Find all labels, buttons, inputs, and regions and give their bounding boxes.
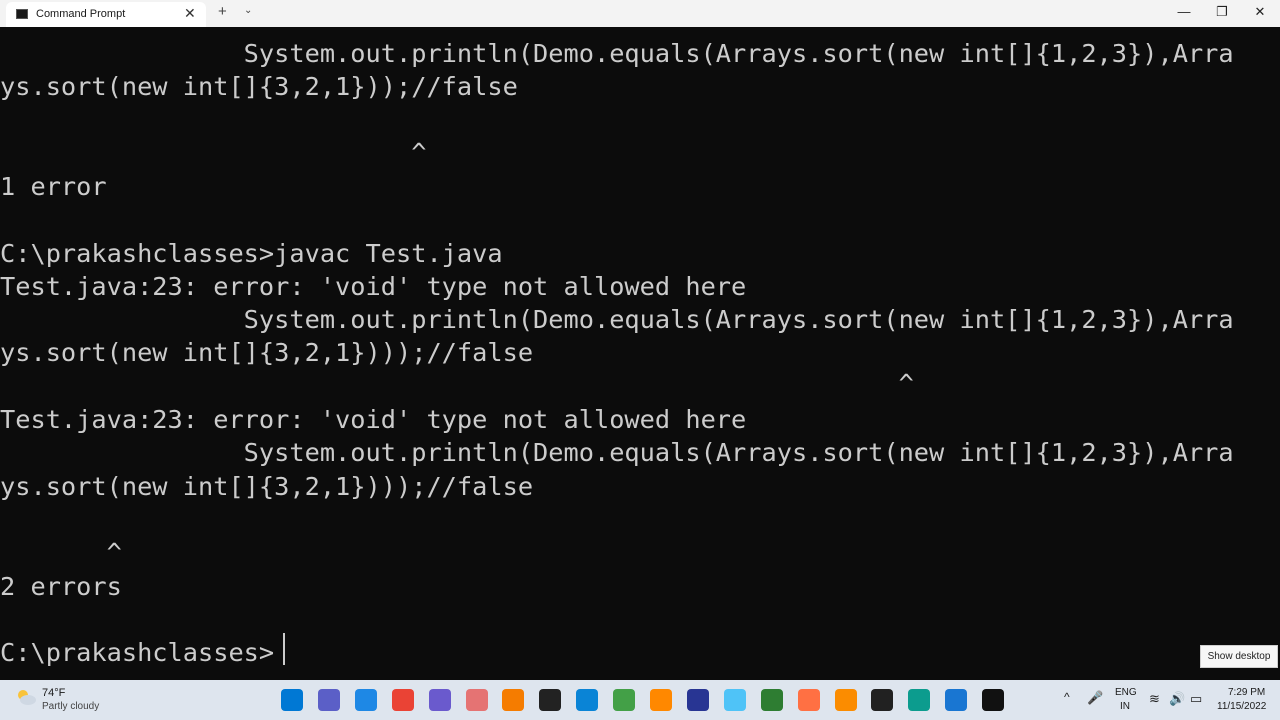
terminal-line: ys.sort(new int[]{3,2,1}));//false [0,72,518,101]
terminal-line: System.out.println(Demo.equals(Arrays.so… [0,438,1234,467]
wifi-icon[interactable]: ≋ [1149,691,1160,707]
title-bar: Command Prompt ✕ + ⌄ — ❐ ✕ [0,0,1280,27]
sublime-text-icon[interactable] [502,689,524,711]
microphone-icon[interactable]: 🎤 [1087,690,1103,706]
command-prompt-icon[interactable] [982,689,1004,711]
weather-description[interactable]: Partly cloudy [42,701,99,712]
maximize-button[interactable]: ❐ [1212,4,1232,20]
terminal-line: System.out.println(Demo.equals(Arrays.so… [0,39,1234,68]
media-icon[interactable] [687,689,709,711]
language-indicator[interactable]: ENG [1115,687,1137,698]
terminal-line: ys.sort(new int[]{3,2,1})));//false [0,472,534,501]
battery-icon[interactable]: ▭ [1190,691,1202,707]
obs-icon[interactable] [871,689,893,711]
vlc-icon[interactable] [650,689,672,711]
volume-icon[interactable]: 🔊 [1169,691,1185,707]
tab-command-prompt[interactable]: Command Prompt ✕ [6,2,206,27]
photos-icon[interactable] [945,689,967,711]
firefox-icon[interactable] [798,689,820,711]
command-prompt-icon [16,9,28,19]
start-icon[interactable] [281,689,303,711]
terminal-line: ^ [0,138,427,167]
xbox-icon[interactable] [761,689,783,711]
settings-flower-icon[interactable] [835,689,857,711]
tray-overflow-chevron-icon[interactable]: ^ [1064,690,1070,704]
terminal-line: Test.java:23: error: 'void' type not all… [0,405,747,434]
text-cursor [283,633,285,665]
taskbar: 74°F Partly cloudy ^ 🎤 ENG IN ≋ 🔊 ▭ 7:29… [0,680,1280,720]
teams-chat-icon[interactable] [318,689,340,711]
terminal-line: ^ [0,538,122,567]
show-desktop-tooltip: Show desktop [1200,645,1278,668]
weather-temperature[interactable]: 74°F [42,687,65,699]
terminal-line: ys.sort(new int[]{3,2,1})));//false [0,338,534,367]
edge-icon[interactable] [908,689,930,711]
tab-title: Command Prompt [36,8,126,20]
terminal-line: C:\prakashclasses> [0,638,275,667]
close-window-button[interactable]: ✕ [1250,4,1270,20]
terminal-line: System.out.println(Demo.equals(Arrays.so… [0,305,1234,334]
terminal-line: C:\prakashclasses>javac Test.java [0,239,503,268]
terminal-line: ^ [0,369,914,398]
terminal-output[interactable]: System.out.println(Demo.equals(Arrays.so… [0,27,1280,680]
vscode-icon[interactable] [576,689,598,711]
clock-date[interactable]: 11/15/2022 [1217,701,1266,712]
desktop-icon[interactable] [355,689,377,711]
tab-dropdown-button[interactable]: ⌄ [244,5,252,16]
tab-close-button[interactable]: ✕ [184,5,196,22]
paint-icon[interactable] [466,689,488,711]
terminal-line: 1 error [0,172,107,201]
chrome-icon[interactable] [392,689,414,711]
minimize-button[interactable]: — [1174,4,1194,19]
new-tab-button[interactable]: + [218,3,227,20]
input-locale-indicator[interactable]: IN [1120,701,1130,712]
partly-cloudy-icon[interactable] [14,688,38,706]
terminal-line: 2 errors [0,572,122,601]
clock-time[interactable]: 7:29 PM [1228,687,1265,698]
terminal-line: Test.java:23: error: 'void' type not all… [0,272,747,301]
globe-icon[interactable] [613,689,635,711]
notepad-icon[interactable] [724,689,746,711]
zoom-icon[interactable] [429,689,451,711]
terminal-icon[interactable] [539,689,561,711]
